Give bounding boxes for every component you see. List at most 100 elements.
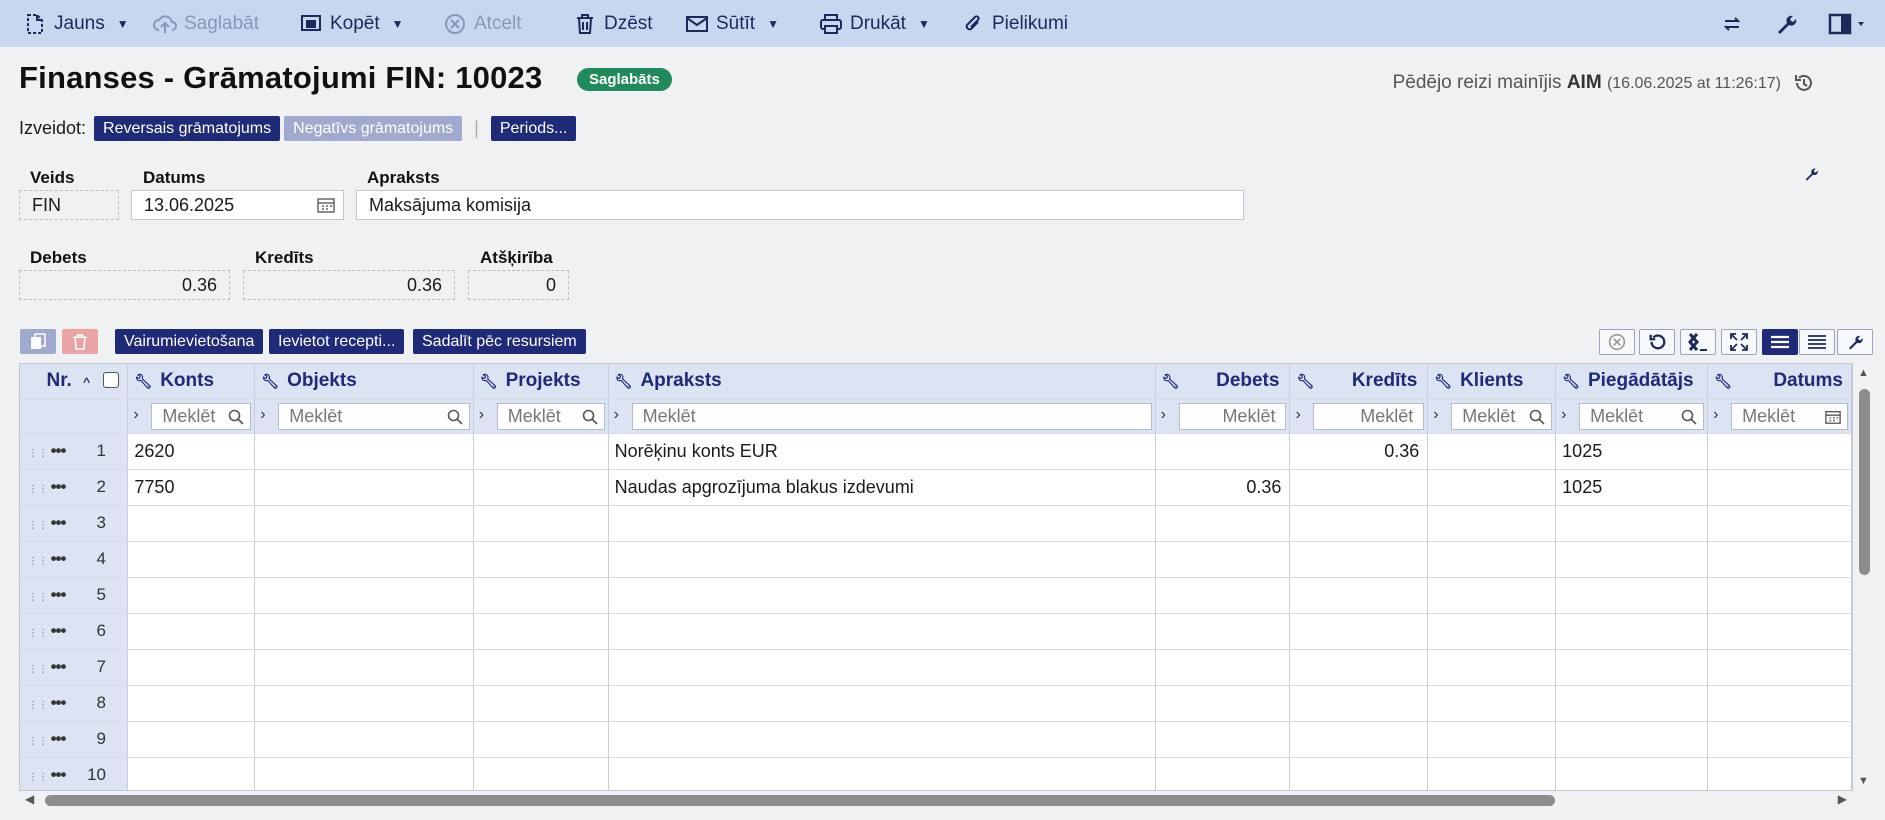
wrench-icon[interactable]: 🔧︎ [1714, 373, 1732, 389]
cell-konts[interactable] [127, 613, 256, 650]
more-icon[interactable]: ••• [38, 513, 78, 533]
cell-datums[interactable] [1707, 469, 1852, 506]
chevron-right-icon[interactable]: › [133, 406, 138, 424]
excel-button[interactable] [1680, 329, 1716, 355]
cell-datums[interactable] [1707, 685, 1852, 722]
grid-settings-button[interactable] [1837, 329, 1873, 355]
cell-kredits[interactable] [1289, 613, 1429, 650]
cell-projekts[interactable] [473, 469, 609, 506]
undo-button[interactable] [1639, 329, 1675, 355]
wrench-icon[interactable]: 🔧︎ [615, 373, 633, 389]
more-icon[interactable]: ••• [38, 657, 78, 677]
col-header-projekts[interactable]: 🔧︎ Projekts [473, 364, 609, 400]
cell-objekts[interactable] [254, 433, 474, 470]
cell-klients[interactable] [1427, 577, 1557, 614]
cell-debets[interactable] [1155, 505, 1291, 542]
more-icon[interactable]: ••• [38, 621, 78, 641]
wrench-icon[interactable]: 🔧︎ [1296, 373, 1314, 389]
cell-konts[interactable] [127, 505, 256, 542]
send-button[interactable]: Sūtīt ▼ [684, 0, 794, 47]
cell-apraksts[interactable] [608, 649, 1156, 686]
cell-kredits[interactable] [1289, 649, 1429, 686]
row-number-cell[interactable]: ⋮⋮ ••• 2 [20, 469, 129, 506]
cell-debets[interactable] [1155, 685, 1291, 722]
drag-handle-icon[interactable]: ⋮⋮ [28, 628, 48, 639]
bulk-insert-button[interactable]: Vairumievietošana [115, 329, 264, 354]
cell-debets[interactable] [1155, 649, 1291, 686]
cell-objekts[interactable] [254, 505, 474, 542]
cell-klients[interactable] [1427, 613, 1557, 650]
cell-piegadatajs[interactable] [1555, 577, 1709, 614]
chevron-right-icon[interactable]: › [1161, 406, 1166, 424]
horizontal-scrollbar[interactable]: ◀ ▶ [19, 791, 1855, 809]
cell-piegadatajs[interactable] [1555, 757, 1709, 790]
search-input-debets[interactable]: Meklēt [1178, 402, 1287, 430]
cell-konts[interactable] [127, 685, 256, 722]
row-number-cell[interactable]: ⋮⋮ ••• 5 [20, 577, 129, 614]
drag-handle-icon[interactable]: ⋮⋮ [28, 772, 48, 783]
vertical-scrollbar[interactable]: ▲ ▼ [1855, 363, 1873, 791]
cell-klients[interactable] [1427, 469, 1557, 506]
cell-debets[interactable] [1155, 721, 1291, 758]
row-number-cell[interactable]: ⋮⋮ ••• 10 [20, 757, 129, 790]
negative-entry-button[interactable]: Negatīvs grāmatojums [284, 116, 463, 141]
cell-piegadatajs[interactable] [1555, 541, 1709, 578]
table-row[interactable]: ⋮⋮ ••• 5 [20, 577, 1852, 614]
search-input-piegadatajs[interactable]: Meklēt [1579, 402, 1705, 430]
cell-kredits[interactable] [1289, 469, 1429, 506]
cell-datums[interactable] [1707, 721, 1852, 758]
calendar-icon[interactable] [317, 197, 335, 213]
cell-apraksts[interactable] [608, 757, 1156, 790]
split-resources-button[interactable]: Sadalīt pēc resursiem [413, 329, 586, 354]
history-icon[interactable] [1793, 72, 1815, 94]
row-number-cell[interactable]: ⋮⋮ ••• 3 [20, 505, 129, 542]
cell-projekts[interactable] [473, 433, 609, 470]
row-number-cell[interactable]: ⋮⋮ ••• 1 [20, 433, 129, 470]
new-button[interactable]: Jauns ▼ [22, 0, 134, 47]
cancel-button[interactable]: Atcelt [442, 0, 550, 47]
select-all-checkbox[interactable] [103, 372, 120, 389]
chevron-right-icon[interactable]: › [1561, 406, 1566, 424]
cell-piegadatajs[interactable] [1555, 685, 1709, 722]
chevron-down-icon[interactable]: ▼ [117, 17, 129, 31]
cell-apraksts[interactable]: Naudas apgrozījuma blakus izdevumi [608, 469, 1156, 506]
calendar-icon[interactable] [1825, 409, 1841, 425]
cell-piegadatajs[interactable] [1555, 613, 1709, 650]
cell-kredits[interactable] [1289, 757, 1429, 790]
cell-projekts[interactable] [473, 721, 609, 758]
more-icon[interactable]: ••• [38, 765, 78, 785]
cell-datums[interactable] [1707, 541, 1852, 578]
wrench-icon[interactable]: 🔧︎ [1162, 373, 1180, 389]
wrench-icon[interactable]: 🔧︎ [261, 373, 279, 389]
drag-handle-icon[interactable]: ⋮⋮ [28, 520, 48, 531]
cell-debets[interactable]: 0.36 [1155, 469, 1291, 506]
cell-apraksts[interactable] [608, 613, 1156, 650]
periods-button[interactable]: Periods... [490, 116, 577, 141]
cell-projekts[interactable] [473, 577, 609, 614]
col-header-piegadatajs[interactable]: 🔧︎ Piegādātājs [1555, 364, 1709, 400]
search-input-datums[interactable]: Meklēt [1731, 402, 1848, 430]
wrench-icon[interactable] [1773, 11, 1799, 37]
cell-projekts[interactable] [473, 541, 609, 578]
chevron-right-icon[interactable]: › [1433, 406, 1438, 424]
scroll-left-icon[interactable]: ◀ [25, 792, 34, 806]
col-header-kredits[interactable]: 🔧︎ Kredīts [1289, 364, 1429, 400]
wrench-icon[interactable] [1803, 166, 1819, 182]
cell-objekts[interactable] [254, 649, 474, 686]
chevron-down-icon[interactable]: ▼ [392, 17, 404, 31]
row-number-cell[interactable]: ⋮⋮ ••• 7 [20, 649, 129, 686]
cell-kredits[interactable]: 0.36 [1289, 433, 1429, 470]
cell-kredits[interactable] [1289, 577, 1429, 614]
save-button[interactable]: Saglabāt [152, 0, 280, 47]
swap-icon[interactable] [1719, 11, 1745, 37]
cell-apraksts[interactable] [608, 505, 1156, 542]
cell-objekts[interactable] [254, 577, 474, 614]
cell-konts[interactable] [127, 649, 256, 686]
date-field[interactable]: 13.06.2025 [131, 190, 344, 220]
cell-kredits[interactable] [1289, 541, 1429, 578]
cell-debets[interactable] [1155, 613, 1291, 650]
cell-apraksts[interactable]: Norēķinu konts EUR [608, 433, 1156, 470]
more-icon[interactable]: ••• [38, 693, 78, 713]
more-icon[interactable]: ••• [38, 477, 78, 497]
scroll-right-icon[interactable]: ▶ [1838, 792, 1847, 806]
